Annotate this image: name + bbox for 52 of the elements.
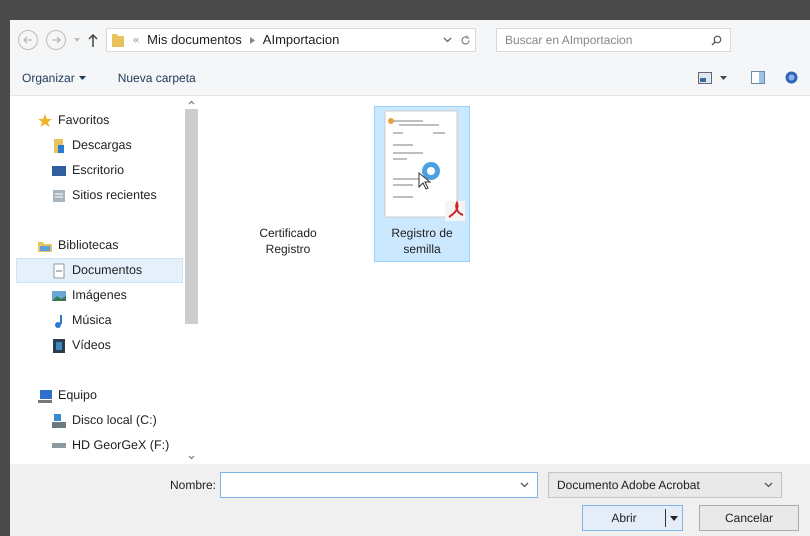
name-label: Nombre: [170,477,216,494]
search-box[interactable]: Buscar en AImportacion [496,28,731,52]
sidebar-item[interactable]: Escritorio [36,158,183,183]
address-bar[interactable]: « Mis documentos AImportacion [106,28,476,52]
breadcrumb[interactable]: AImportacion [262,30,340,50]
scrollbar-thumb[interactable] [185,109,198,324]
dropdown-icon[interactable] [720,76,727,80]
search-icon[interactable] [711,34,722,46]
dropdown-icon[interactable] [670,516,678,520]
cancel-button[interactable]: Cancelar [699,505,799,531]
refresh-icon[interactable] [460,34,471,46]
document-icon [51,262,67,278]
hard-disk-icon [51,412,67,428]
file-name-field[interactable] [220,472,538,498]
open-button[interactable]: Abrir [583,509,665,527]
chevron-down-icon[interactable] [443,37,452,43]
drive-icon [51,443,67,448]
sidebar-item[interactable]: HD GeorGeX (F:) [36,433,183,458]
breadcrumb-separator: « [133,32,140,48]
search-field[interactable]: Buscar en AImportacion [505,31,711,49]
sidebar-item[interactable]: Vídeos [36,333,183,358]
film-icon [51,338,67,354]
up-arrow-icon[interactable] [88,34,98,46]
chevron-up-icon[interactable] [188,100,195,105]
folder-icon [111,32,125,48]
sidebar-item[interactable]: Imágenes [36,283,183,308]
sidebar-item[interactable]: Descargas [36,133,183,158]
sidebar-item[interactable]: Favoritos [36,108,183,133]
computer-icon [37,388,53,404]
breadcrumb[interactable]: Mis documentos [147,30,242,50]
chevron-down-icon[interactable] [520,482,530,488]
sidebar-item[interactable]: Bibliotecas [36,233,183,258]
recent-places-icon [51,188,67,204]
chevron-right-icon[interactable] [250,36,255,44]
sidebar-item[interactable]: Documentos [16,258,183,283]
view-options-icon[interactable] [698,72,712,84]
caret-icon[interactable] [78,76,86,80]
file-item[interactable]: Certificado Registro [240,106,336,262]
sidebar-item[interactable]: Sitios recientes [36,183,183,208]
file-type-dropdown[interactable]: Documento Adobe Acrobat [548,472,782,498]
open-split-button[interactable]: Abrir [582,505,683,531]
file-item[interactable]: Registro de semilla [374,106,470,262]
chevron-down-icon[interactable] [764,482,774,488]
sidebar-item[interactable]: Música [36,308,183,333]
chevron-down-icon[interactable] [188,455,195,460]
new-folder-button[interactable]: Nueva carpeta [118,68,196,86]
sidebar-item[interactable]: Equipo [36,383,183,408]
preview-pane-icon[interactable] [751,71,765,84]
organize-menu-button[interactable]: Organizar [22,68,86,86]
sidebar-item[interactable]: Disco local (C:) [36,408,183,433]
star-icon [37,112,53,128]
download-folder-icon [51,138,67,154]
